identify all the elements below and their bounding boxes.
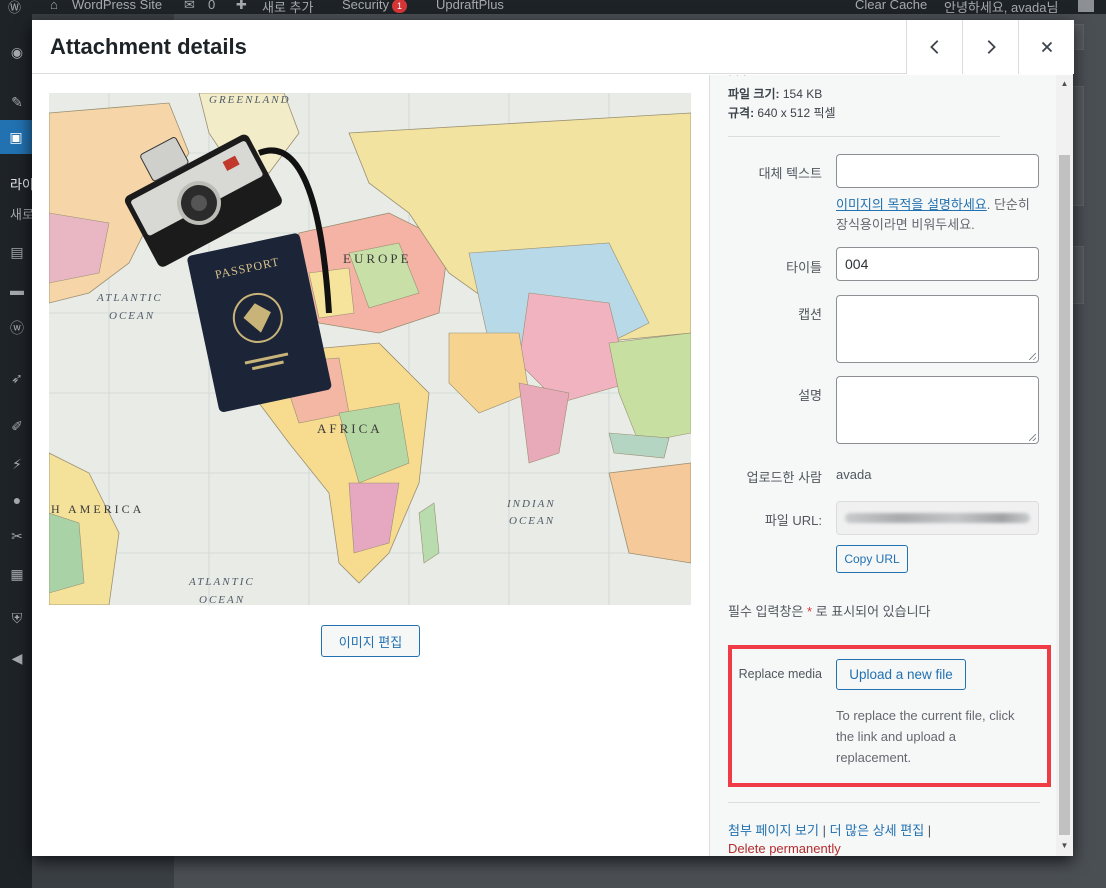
- scroll-up-icon[interactable]: ▲: [1059, 79, 1070, 89]
- users-icon[interactable]: ●: [9, 492, 25, 508]
- chevron-left-icon: [929, 40, 938, 54]
- scroll-down-icon[interactable]: ▼: [1059, 841, 1070, 851]
- required-fields-note: 필수 입력창은 * 로 표시되어 있습니다: [728, 601, 931, 620]
- sidebar-sub-add-new[interactable]: 새로: [10, 204, 32, 223]
- chevron-right-icon: [987, 40, 996, 54]
- edit-more-details-link[interactable]: 더 많은 상세 편집: [830, 823, 925, 838]
- map-label-atlantic-2: ATLANTIC: [188, 576, 255, 588]
- file-url-label: 파일 URL:: [764, 513, 822, 528]
- required-note-before: 필수 입력창은: [728, 604, 807, 619]
- map-label-ocean-2: OCEAN: [199, 594, 245, 605]
- file-size-line: 파일 크기: 154 KB: [728, 85, 822, 102]
- divider: [728, 136, 1000, 137]
- attachment-details-sidebar: · · · 파일 크기: 154 KB 규격: 640 x 512 픽셀 대체 …: [709, 75, 1073, 856]
- admin-bar-new[interactable]: 새로 추가: [262, 0, 313, 14]
- wordpress-icon[interactable]: ⓦ: [9, 320, 25, 336]
- sidebar-scrollbar[interactable]: ▲ ▼: [1056, 75, 1073, 856]
- description-label: 설명: [798, 388, 822, 403]
- view-attachment-page-link[interactable]: 첨부 페이지 보기: [728, 823, 819, 838]
- uploaded-by-label: 업로드한 사람: [746, 470, 822, 485]
- replace-media-help: To replace the current file, click the l…: [836, 708, 1015, 765]
- alt-text-input[interactable]: [836, 154, 1039, 188]
- pin-icon[interactable]: ✎: [9, 94, 25, 110]
- attachment-actions: 첨부 페이지 보기 | 더 많은 상세 편집 |: [728, 820, 931, 839]
- previous-button[interactable]: [906, 20, 962, 74]
- attachment-image: GREENLAND ATLANTIC OCEAN ATLANTIC OCEAN …: [49, 93, 691, 605]
- plus-icon[interactable]: ✚: [236, 0, 247, 13]
- admin-bar-site-name[interactable]: WordPress Site: [72, 0, 162, 12]
- home-icon: ⌂: [50, 0, 58, 12]
- uploaded-by-value: avada: [836, 467, 872, 482]
- admin-sidebar: ◉ ✎ ▣ 라이 새로 ▤ ▬ ⓦ ➶ ✐ ⚡ ● ✂ ▦ ⛨ ◀: [0, 14, 32, 888]
- media-icon[interactable]: ▣: [0, 120, 32, 154]
- map-label-indian: INDIAN: [506, 498, 556, 510]
- dimensions-label: 규격:: [728, 106, 755, 120]
- link-separator: |: [822, 823, 826, 838]
- admin-bar-security[interactable]: Security 1: [342, 0, 407, 13]
- alt-text-help: 이미지의 목적을 설명하세요. 단순히 장식용이라면 비워두세요.: [836, 195, 1042, 235]
- close-icon: [1041, 41, 1052, 53]
- map-label-greenland: GREENLAND: [209, 94, 291, 106]
- divider-bottom: [728, 802, 1040, 803]
- description-textarea[interactable]: [836, 376, 1039, 444]
- settings-icon[interactable]: ▦: [9, 566, 25, 582]
- dimensions-value: 640 x 512 픽셀: [757, 106, 836, 120]
- map-label-ocean-1: OCEAN: [109, 310, 155, 322]
- upload-new-file-button[interactable]: Upload a new file: [836, 659, 966, 690]
- map-label-atlantic-1: ATLANTIC: [96, 292, 163, 304]
- title-label: 타이틀: [786, 260, 822, 275]
- security-badge: 1: [391, 0, 407, 13]
- media-preview-area: GREENLAND ATLANTIC OCEAN ATLANTIC OCEAN …: [32, 75, 709, 856]
- admin-bar-updraftplus[interactable]: UpdraftPlus: [436, 0, 504, 12]
- dimensions-line: 규격: 640 x 512 픽셀: [728, 104, 836, 121]
- scrollbar-thumb[interactable]: [1059, 155, 1070, 835]
- caption-label: 캡션: [798, 307, 822, 322]
- file-url-input[interactable]: [836, 501, 1039, 535]
- plugins-icon[interactable]: ⚡: [9, 456, 25, 472]
- replace-media-label: Replace media: [738, 667, 822, 681]
- required-note-after: 로 표시되어 있습니다: [812, 604, 931, 619]
- admin-bar-greeting[interactable]: 안녕하세요, avada님: [944, 0, 1058, 14]
- caption-textarea[interactable]: [836, 295, 1039, 363]
- blurred-url: [845, 513, 1030, 523]
- comment-icon[interactable]: ✉: [184, 0, 195, 13]
- file-size-label: 파일 크기:: [728, 87, 780, 101]
- collapse-menu-icon[interactable]: ◀: [9, 650, 25, 666]
- sidebar-sub-library[interactable]: 라이: [10, 174, 32, 193]
- edit-image-button[interactable]: 이미지 편집: [321, 625, 420, 657]
- title-input[interactable]: 004: [836, 247, 1039, 281]
- attachment-details-modal: Attachment details GREENLAND ATLANTIC OC…: [32, 20, 1074, 856]
- modal-header: Attachment details: [32, 20, 1074, 74]
- world-map-image: GREENLAND ATLANTIC OCEAN ATLANTIC OCEAN …: [49, 93, 691, 605]
- pages-icon[interactable]: ▤: [9, 244, 25, 260]
- admin-bar-clear-cache[interactable]: Clear Cache: [855, 0, 927, 12]
- tools-icon[interactable]: ✂: [9, 528, 25, 544]
- cut-off-meta: · · ·: [728, 75, 747, 81]
- admin-bar: Ⓦ ⌂ WordPress Site ✉ 0 ✚ 새로 추가 Security 1…: [0, 0, 1106, 14]
- map-label-south-america: H AMERICA: [51, 502, 144, 516]
- map-label-europe: EUROPE: [343, 251, 412, 266]
- avada-icon[interactable]: ➶: [9, 370, 25, 386]
- map-label-ocean-3: OCEAN: [509, 515, 555, 527]
- alt-text-help-link[interactable]: 이미지의 목적을 설명하세요: [836, 197, 987, 212]
- shield-icon[interactable]: ⛨: [9, 610, 25, 626]
- close-button[interactable]: [1018, 20, 1074, 74]
- alt-text-label: 대체 텍스트: [758, 166, 822, 181]
- copy-url-button[interactable]: Copy URL: [836, 545, 908, 573]
- next-button[interactable]: [962, 20, 1018, 74]
- file-size-value: 154 KB: [782, 87, 823, 101]
- appearance-icon[interactable]: ✐: [9, 418, 25, 434]
- comments-icon[interactable]: ▬: [9, 282, 25, 298]
- admin-bar-security-label: Security: [342, 0, 389, 12]
- map-label-africa: AFRICA: [317, 421, 383, 436]
- dashboard-icon[interactable]: ◉: [9, 44, 25, 60]
- page-title: Attachment details: [50, 34, 247, 59]
- admin-bar-comments-count[interactable]: 0: [208, 0, 215, 12]
- wordpress-logo-icon[interactable]: Ⓦ: [8, 0, 21, 14]
- link-separator: |: [927, 823, 932, 838]
- delete-permanently-link[interactable]: Delete permanently: [728, 841, 841, 856]
- avatar[interactable]: [1078, 0, 1094, 12]
